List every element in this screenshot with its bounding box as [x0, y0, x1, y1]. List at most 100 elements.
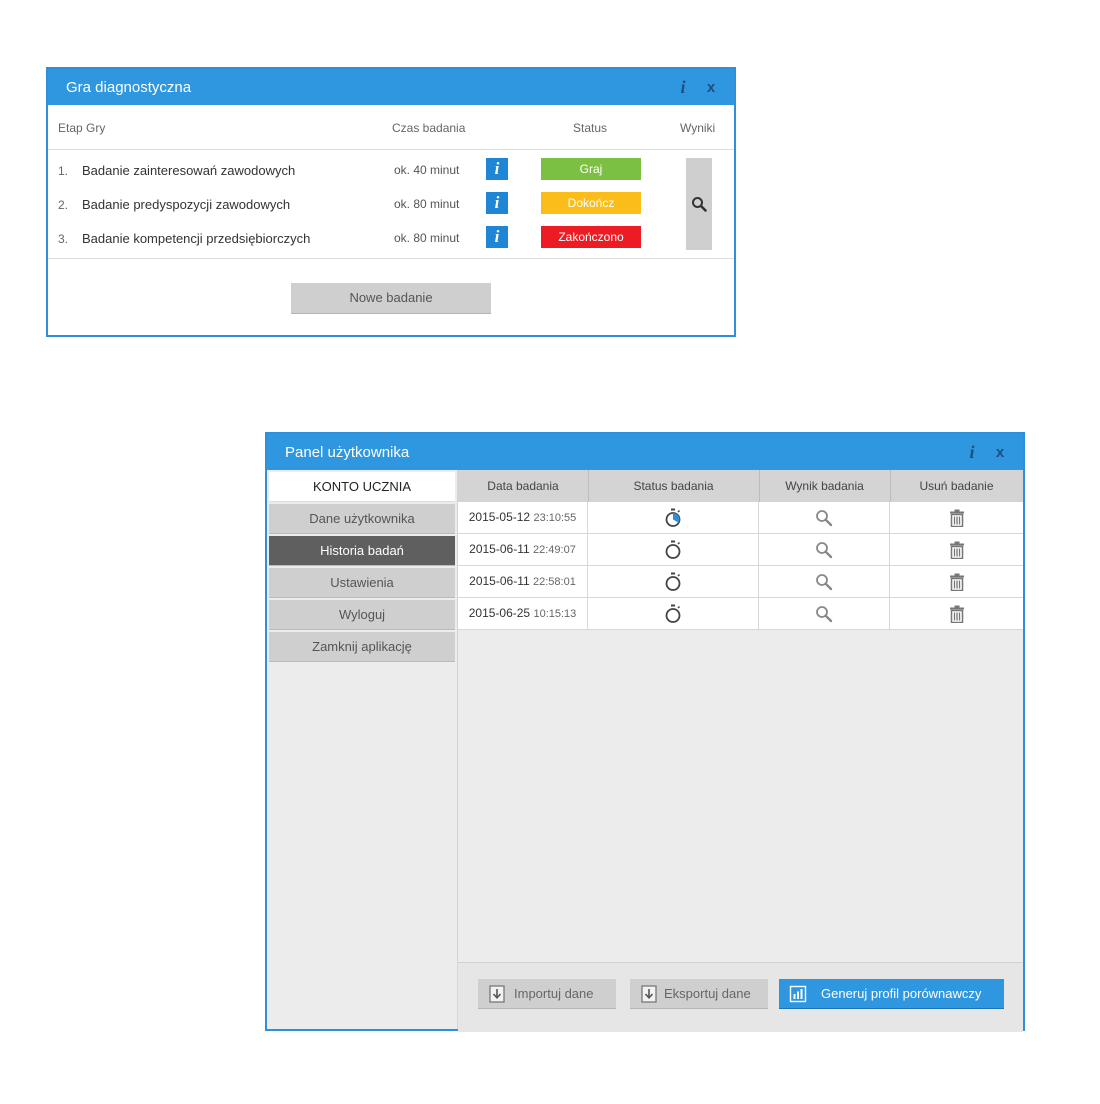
result-cell[interactable]: [759, 502, 890, 533]
delete-cell[interactable]: [890, 566, 1023, 597]
col-status: Status: [573, 121, 608, 135]
col-status: Status badania: [588, 470, 760, 502]
col-stage: Etap Gry: [58, 121, 106, 135]
sidebar-header: KONTO UCZNIA: [269, 472, 455, 502]
info-button-1[interactable]: i: [486, 158, 508, 180]
table-row: 2015-06-11 22:58:01: [458, 566, 1023, 598]
row-time: ok. 40 minut: [394, 163, 460, 177]
game-window-title: Gra diagnostyczna: [66, 78, 192, 96]
row-time: ok. 80 minut: [394, 231, 460, 245]
bar-chart-icon: [789, 985, 807, 1003]
close-button[interactable]: x: [700, 79, 722, 96]
trash-icon: [949, 541, 964, 559]
sidebar-item-logout[interactable]: Wyloguj: [269, 600, 455, 630]
date-cell: 2015-06-11 22:49:07: [458, 534, 588, 565]
time-value: 22:58:01: [533, 576, 576, 588]
status-cell[interactable]: [588, 534, 759, 565]
sidebar: KONTO UCZNIA Dane użytkownika Historia b…: [267, 470, 458, 1029]
delete-cell[interactable]: [890, 534, 1023, 565]
close-button[interactable]: x: [989, 444, 1011, 461]
row-time: ok. 80 minut: [394, 197, 460, 211]
search-icon: [816, 605, 833, 622]
trash-icon: [949, 509, 964, 527]
date-value: 2015-06-25: [468, 606, 531, 620]
game-window-titlebar: Gra diagnostyczna i x: [48, 69, 734, 105]
user-panel-titlebar: Panel użytkownika i x: [267, 434, 1023, 470]
game-table-body: 1. Badanie zainteresowań zawodowych ok. …: [48, 150, 734, 259]
game-row-2: 2. Badanie predyspozycji zawodowych ok. …: [48, 188, 734, 222]
new-test-button[interactable]: Nowe badanie: [291, 283, 491, 314]
import-label: Importuj dane: [514, 986, 594, 1001]
row-number: 2.: [58, 198, 69, 212]
row-name: Badanie kompetencji przedsiębiorczych: [82, 231, 311, 246]
generate-label: Generuj profil porównawczy: [821, 986, 982, 1001]
stopwatch-icon: [665, 604, 681, 623]
export-button[interactable]: Eksportuj dane: [630, 979, 768, 1009]
user-panel-window: Panel użytkownika i x KONTO UCZNIA Dane …: [265, 432, 1025, 1032]
delete-cell[interactable]: [890, 502, 1023, 533]
results-button[interactable]: [686, 158, 712, 250]
result-cell[interactable]: [759, 534, 890, 565]
date-value: 2015-06-11: [469, 574, 530, 588]
status-cell[interactable]: [588, 566, 759, 597]
game-row-3: 3. Badanie kompetencji przedsiębiorczych…: [48, 222, 734, 256]
sidebar-item-close-app[interactable]: Zamknij aplikację: [269, 632, 455, 662]
game-table-header: Etap Gry Czas badania Status Wyniki: [48, 105, 734, 150]
resume-button[interactable]: Dokończ: [541, 192, 641, 214]
info-button-3[interactable]: i: [486, 226, 508, 248]
row-number: 3.: [58, 232, 69, 246]
status-cell[interactable]: [588, 598, 759, 629]
stopwatch-icon: [665, 540, 681, 559]
col-time: Czas badania: [392, 121, 466, 135]
time-value: 10:15:13: [533, 608, 577, 620]
sidebar-item-user-data[interactable]: Dane użytkownika: [269, 504, 455, 534]
col-results: Wyniki: [680, 121, 716, 135]
history-table-header: Data badania Status badania Wynik badani…: [458, 470, 1023, 502]
history-table: Data badania Status badania Wynik badani…: [458, 470, 1023, 630]
date-value: 2015-05-12: [468, 510, 531, 524]
col-delete: Usuń badanie: [919, 479, 994, 493]
stopwatch-icon: [665, 572, 681, 591]
date-cell: 2015-06-11 22:58:01: [458, 566, 588, 597]
info-icon[interactable]: i: [961, 442, 983, 463]
result-cell[interactable]: [759, 566, 890, 597]
sidebar-item-settings[interactable]: Ustawienia: [269, 568, 455, 598]
search-icon: [816, 541, 833, 558]
delete-cell[interactable]: [890, 598, 1023, 629]
trash-icon: [949, 573, 964, 591]
game-window: Gra diagnostyczna i x Etap Gry Czas bada…: [46, 67, 736, 337]
date-cell: 2015-05-12 23:10:55: [458, 502, 588, 533]
table-row: 2015-05-12 23:10:55: [458, 502, 1023, 534]
search-icon: [816, 573, 833, 590]
user-panel-title: Panel użytkownika: [285, 443, 410, 461]
row-number: 1.: [58, 164, 69, 178]
search-icon: [692, 197, 707, 212]
date-value: 2015-06-11: [469, 542, 530, 556]
search-icon: [816, 509, 833, 526]
time-value: 23:10:55: [533, 512, 577, 524]
row-name: Badanie zainteresowań zawodowych: [82, 163, 296, 178]
table-row: 2015-06-25 10:15:13: [458, 598, 1023, 630]
export-icon: [641, 985, 657, 1003]
completed-badge[interactable]: Zakończono: [541, 226, 641, 248]
footer-toolbar: Importuj dane Eksportuj dane Generuj pro…: [458, 962, 1023, 1032]
info-button-2[interactable]: i: [486, 192, 508, 214]
time-value: 22:49:07: [533, 544, 576, 556]
trash-icon: [949, 605, 964, 623]
info-icon[interactable]: i: [672, 77, 694, 98]
status-cell[interactable]: [588, 502, 759, 533]
play-button[interactable]: Graj: [541, 158, 641, 180]
sidebar-item-history[interactable]: Historia badań: [269, 536, 455, 566]
import-icon: [489, 985, 505, 1003]
generate-profile-button[interactable]: Generuj profil porównawczy: [779, 979, 1004, 1009]
game-row-1: 1. Badanie zainteresowań zawodowych ok. …: [48, 154, 734, 188]
stopwatch-in-progress-icon: [665, 508, 681, 527]
row-name: Badanie predyspozycji zawodowych: [82, 197, 291, 212]
export-label: Eksportuj dane: [664, 986, 751, 1001]
date-cell: 2015-06-25 10:15:13: [458, 598, 588, 629]
result-cell[interactable]: [759, 598, 890, 629]
table-row: 2015-06-11 22:49:07: [458, 534, 1023, 566]
import-button[interactable]: Importuj dane: [478, 979, 616, 1009]
col-result: Wynik badania: [759, 470, 891, 502]
col-date: Data badania: [458, 470, 589, 502]
